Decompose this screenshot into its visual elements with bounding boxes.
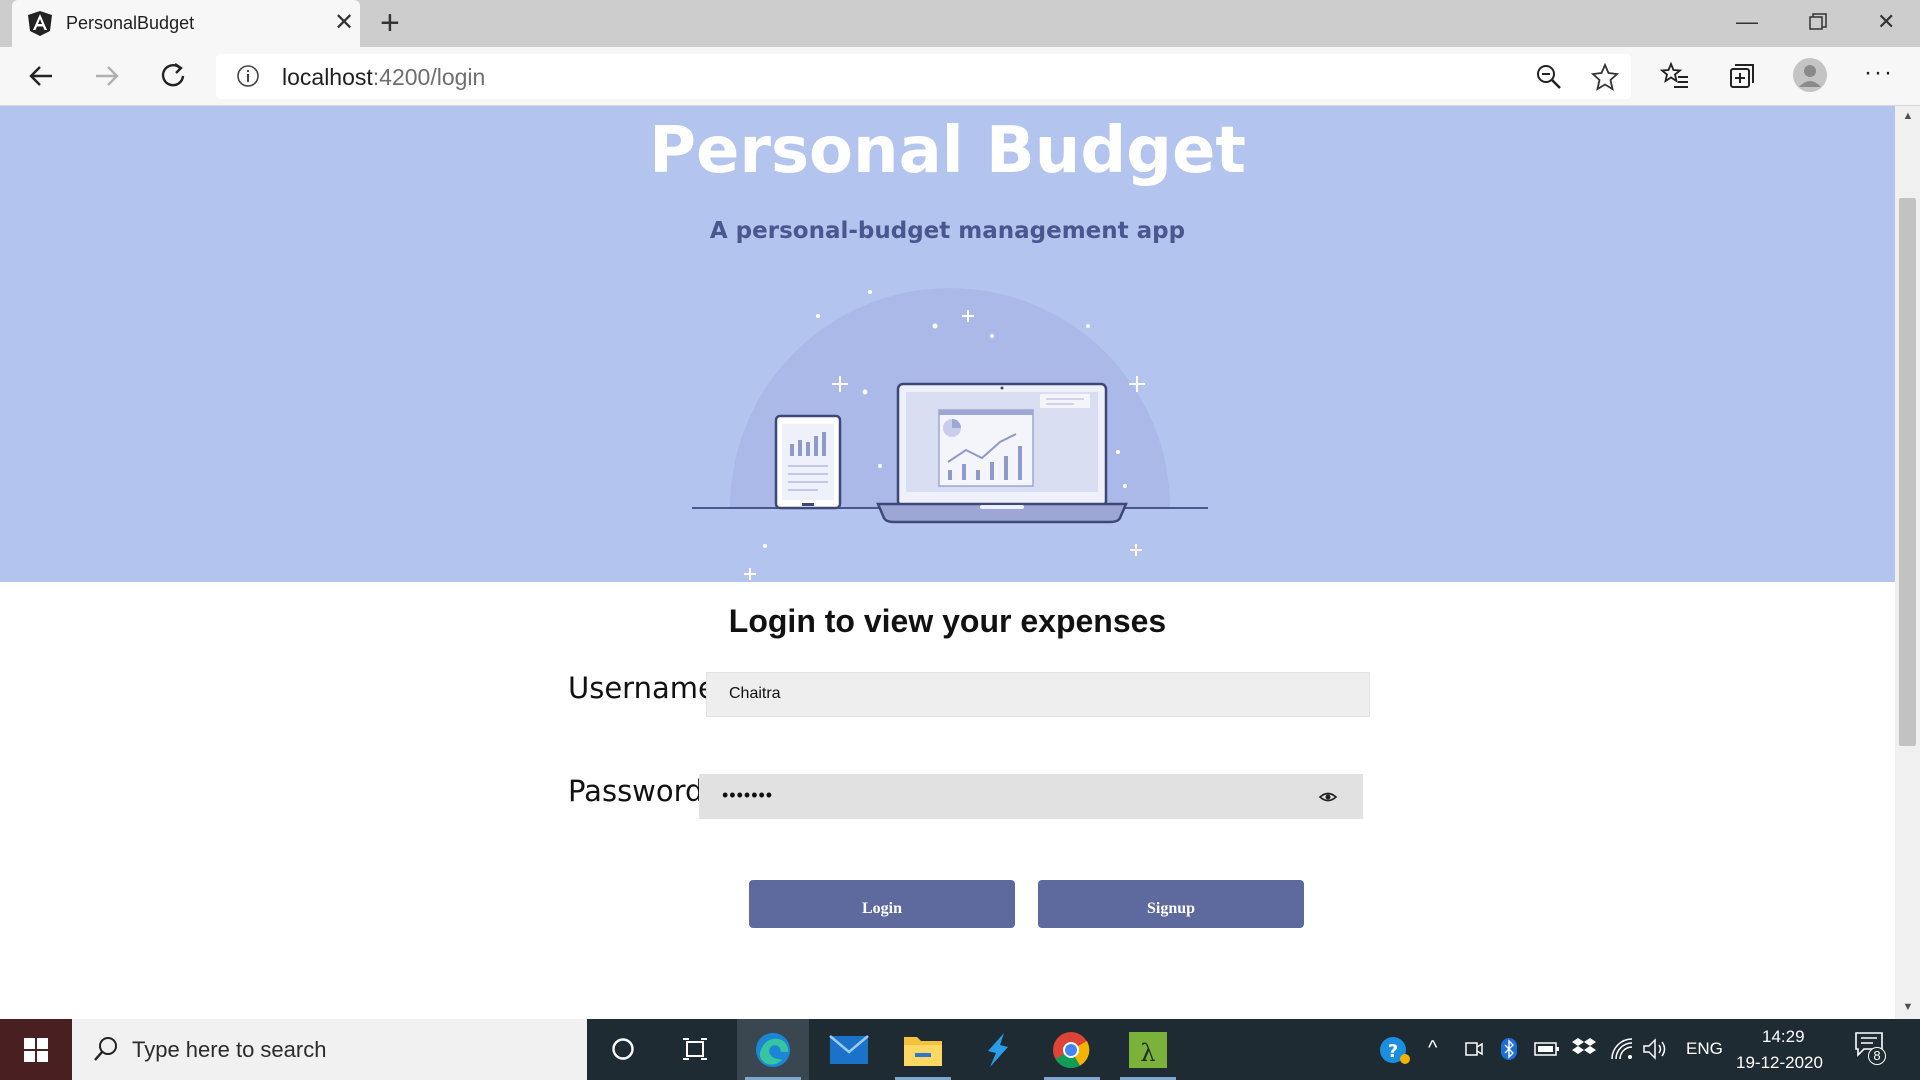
angular-icon (28, 11, 52, 36)
vscode-icon (988, 1033, 1008, 1067)
address-toolbar: localhost:4200/login ··· (0, 47, 1920, 106)
username-field[interactable]: Chaitra (706, 672, 1370, 717)
username-label: Username: (568, 671, 726, 705)
taskbar-edge[interactable] (737, 1019, 809, 1080)
password-field[interactable]: ••••••• (699, 774, 1363, 819)
tray-overflow-icon[interactable]: ^ (1428, 1037, 1437, 1060)
wifi-icon[interactable] (1610, 1037, 1634, 1061)
svg-text:?: ? (1388, 1041, 1398, 1062)
back-icon[interactable] (24, 59, 58, 93)
windows-icon (24, 1038, 48, 1062)
login-heading: Login to view your expenses (728, 603, 1167, 639)
battery-icon[interactable] (1534, 1041, 1560, 1057)
language-indicator[interactable]: ENG (1686, 1039, 1723, 1059)
star-icon[interactable] (1590, 62, 1620, 92)
mail-icon (829, 1035, 869, 1064)
start-button[interactable] (0, 1019, 72, 1080)
minimize-icon[interactable]: — (1736, 8, 1758, 36)
vertical-scrollbar[interactable]: ▲ ▼ (1895, 106, 1920, 1019)
page-title: Personal Budget (649, 114, 1246, 188)
login-button[interactable]: Login (749, 880, 1015, 928)
profile-icon[interactable] (1792, 57, 1828, 93)
info-icon[interactable] (236, 64, 260, 88)
scroll-up-icon[interactable]: ▲ (1901, 110, 1915, 124)
dropbox-icon[interactable] (1572, 1037, 1596, 1059)
zoom-icon[interactable] (1534, 62, 1564, 92)
tab-title: PersonalBudget (66, 13, 195, 33)
url-field[interactable]: localhost:4200/login (216, 54, 1631, 99)
username-value: Chaitra (729, 685, 781, 702)
password-label: Password: (568, 774, 714, 808)
collections-icon[interactable] (1727, 61, 1757, 91)
bluetooth-icon[interactable] (1500, 1037, 1518, 1061)
hero-banner: Personal Budget A personal-budget manage… (0, 106, 1895, 582)
task-view-button[interactable] (659, 1019, 731, 1080)
page-subtitle: A personal-budget management app (709, 218, 1186, 244)
forward-icon[interactable] (90, 59, 124, 93)
taskbar-chrome[interactable] (1036, 1019, 1108, 1080)
clock-date[interactable]: 19-12-2020 (1736, 1053, 1823, 1073)
svg-text:λ: λ (1140, 1039, 1155, 1067)
eye-icon[interactable] (1318, 787, 1338, 807)
notification-badge: 8 (1868, 1047, 1886, 1065)
devices-illustration (692, 288, 1208, 580)
scroll-thumb[interactable] (1899, 198, 1916, 746)
refresh-icon[interactable] (156, 59, 190, 93)
restore-icon[interactable] (1808, 12, 1828, 32)
taskbar-search-box[interactable]: Type here to search (72, 1019, 587, 1080)
signup-button[interactable]: Signup (1038, 880, 1304, 928)
chrome-icon (1053, 1032, 1090, 1069)
taskbar-mail[interactable] (813, 1019, 885, 1080)
taskbar-app[interactable]: λ (1112, 1019, 1184, 1080)
app-icon: λ (1129, 1032, 1167, 1068)
search-placeholder: Type here to search (132, 1037, 327, 1062)
plus-icon[interactable]: + (380, 6, 400, 40)
cortana-icon (612, 1038, 634, 1060)
clock-time[interactable]: 14:29 (1762, 1027, 1805, 1047)
password-value: ••••••• (722, 785, 774, 805)
taskbar-file-explorer[interactable] (887, 1019, 959, 1080)
windows-taskbar: Type here to search λ ? ^ ENG 14:29 19-1… (0, 1019, 1920, 1080)
explorer-icon (904, 1037, 942, 1066)
url-text: localhost:4200/login (282, 64, 486, 90)
meet-icon[interactable] (1464, 1039, 1484, 1059)
taskbar-vscode[interactable] (962, 1019, 1034, 1080)
help-icon[interactable]: ? (1378, 1035, 1412, 1065)
notification-center[interactable]: 8 (1854, 1031, 1886, 1067)
close-icon[interactable]: ✕ (334, 9, 354, 37)
more-icon[interactable]: ··· (1864, 59, 1894, 87)
window-close-icon[interactable]: ✕ (1877, 8, 1895, 36)
favorites-icon[interactable] (1660, 61, 1690, 91)
scroll-down-icon[interactable]: ▼ (1901, 1001, 1915, 1015)
taskview-icon (683, 1038, 707, 1060)
edge-icon (755, 1032, 791, 1068)
browser-tab[interactable]: PersonalBudget ✕ (12, 0, 360, 47)
browser-tab-strip: PersonalBudget ✕ + — ✕ (0, 0, 1920, 47)
cortana-button[interactable] (587, 1019, 659, 1080)
volume-icon[interactable] (1642, 1037, 1668, 1061)
search-icon (94, 1037, 117, 1061)
